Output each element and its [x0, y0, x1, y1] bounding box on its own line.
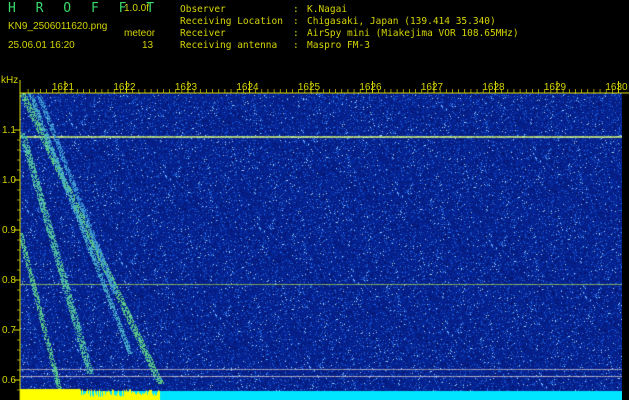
x-tick-label: 1630	[605, 82, 628, 93]
y-tick-label: 0.7	[2, 325, 16, 336]
y-tick-label: 0.8	[2, 275, 16, 286]
y-tick-label: 0.9	[2, 225, 16, 236]
hrofft-window: H R O F F T 1.0.0f KN9_2506011620.png 25…	[0, 0, 629, 400]
y-tick-label: 0.6	[2, 375, 16, 386]
y-tick-label: 1.0	[2, 175, 16, 186]
axes-overlay: 1621 1622 1623 1624 1625 1626 1627 1628 1629 1630…	[2, 80, 629, 400]
y-tick-label: 1.1	[2, 125, 16, 136]
